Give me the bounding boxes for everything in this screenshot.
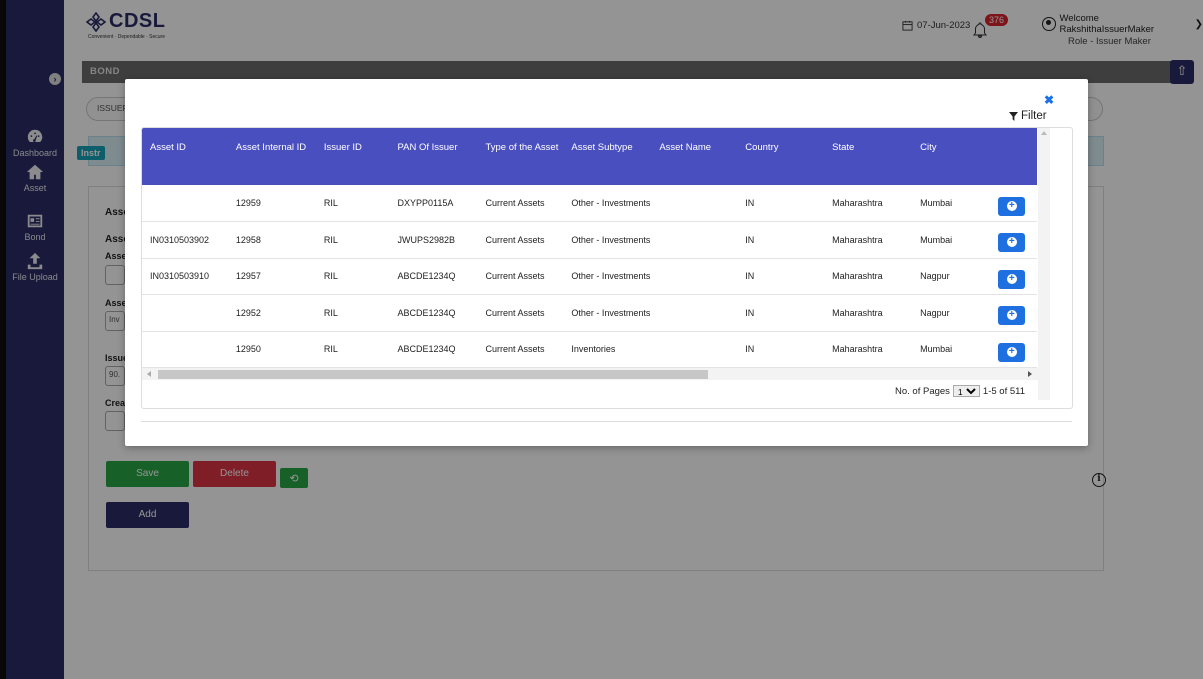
scroll-right-icon[interactable] xyxy=(1028,371,1032,377)
cell-action xyxy=(990,185,1037,222)
cell-country: IN xyxy=(745,234,755,245)
filter-label: Filter xyxy=(1021,110,1047,122)
column-header[interactable]: Asset Name xyxy=(651,128,737,185)
scroll-left-icon[interactable] xyxy=(147,371,151,377)
cell-internal-id: 12952 xyxy=(235,307,261,318)
table-row[interactable]: 12950 RIL ABCDE1234Q Current Assets Inve… xyxy=(142,331,1037,368)
pagination: No. of Pages 1 1-5 of 511 xyxy=(895,385,1025,397)
cell-issuer-id: RIL xyxy=(323,344,338,355)
cell-state: Maharashtra xyxy=(832,198,883,208)
cell-state: Maharashtra xyxy=(832,271,883,282)
cell-asset-id: IN0310503902 xyxy=(150,234,210,245)
column-header[interactable]: State xyxy=(824,128,912,185)
cell-internal-id: 12959 xyxy=(235,198,261,208)
cell-issuer-id: RIL xyxy=(323,234,338,245)
cell-issuer-id: RIL xyxy=(323,271,338,282)
cell-asset-name xyxy=(651,185,737,222)
table-row[interactable]: IN0310503902 12958 RIL JWUPS2982B Curren… xyxy=(142,222,1037,259)
cell-asset-type: Current Assets xyxy=(485,198,545,208)
cell-pan: JWUPS2982B xyxy=(397,234,456,245)
cell-asset-id xyxy=(142,295,228,332)
cell-issuer-id: RIL xyxy=(323,307,338,318)
filter-button[interactable]: Filter xyxy=(1009,110,1047,122)
filter-icon xyxy=(1009,111,1018,121)
cell-state: Maharashtra xyxy=(832,234,883,245)
cell-internal-id: 12950 xyxy=(235,344,261,355)
cell-asset-id xyxy=(142,185,228,222)
cell-asset-subtype: Other - Investments xyxy=(571,307,651,318)
page-select[interactable]: 1 xyxy=(952,385,980,397)
pages-label: No. of Pages xyxy=(895,385,950,397)
cell-asset-subtype: Inventories xyxy=(571,344,616,355)
cell-action xyxy=(990,222,1037,259)
cell-asset-subtype: Other - Investments xyxy=(571,271,651,282)
column-header[interactable]: Issuer ID xyxy=(316,128,390,185)
cell-asset-type: Current Assets xyxy=(485,344,545,355)
cell-city: Nagpur xyxy=(920,271,950,282)
cell-internal-id: 12957 xyxy=(235,271,261,282)
add-row-button[interactable] xyxy=(997,269,1025,289)
column-header[interactable]: Asset Subtype xyxy=(563,128,651,185)
cell-asset-name xyxy=(651,258,737,295)
cell-country: IN xyxy=(745,271,755,282)
cell-pan: ABCDE1234Q xyxy=(397,307,456,318)
column-header[interactable]: PAN Of Issuer xyxy=(390,128,478,185)
column-header[interactable]: Country xyxy=(737,128,824,185)
cell-asset-name xyxy=(651,331,737,368)
add-row-button[interactable] xyxy=(997,196,1025,216)
add-row-button[interactable] xyxy=(997,342,1025,362)
asset-table: Asset ID Asset Internal ID Issuer ID PAN… xyxy=(141,127,1073,409)
cell-state: Maharashtra xyxy=(832,307,883,318)
cell-pan: DXYPP0115A xyxy=(397,198,454,208)
page-range: 1-5 of 511 xyxy=(982,385,1025,397)
vertical-scrollbar[interactable] xyxy=(1038,128,1050,400)
cell-city: Mumbai xyxy=(920,198,953,208)
cell-asset-subtype: Other - Investments xyxy=(571,198,651,208)
table-header-row: Asset ID Asset Internal ID Issuer ID PAN… xyxy=(142,128,1037,185)
add-row-button[interactable] xyxy=(997,233,1025,253)
cell-action xyxy=(990,295,1037,332)
column-header[interactable]: Asset Internal ID xyxy=(228,128,316,185)
cell-asset-id: IN0310503910 xyxy=(150,271,210,282)
cell-asset-id xyxy=(142,331,228,368)
cell-asset-name xyxy=(651,222,737,259)
cell-issuer-id: RIL xyxy=(323,198,338,208)
asset-search-modal: ✖ Filter Asset ID Asset Internal ID Issu… xyxy=(125,79,1088,446)
cell-city: Nagpur xyxy=(920,307,950,318)
column-header xyxy=(990,128,1037,185)
modal-divider xyxy=(141,421,1072,422)
cell-asset-name xyxy=(651,295,737,332)
cell-internal-id: 12958 xyxy=(235,234,261,245)
cell-pan: ABCDE1234Q xyxy=(397,344,456,355)
cell-country: IN xyxy=(745,198,755,208)
cell-asset-type: Current Assets xyxy=(485,271,545,282)
cell-asset-type: Current Assets xyxy=(485,307,545,318)
cell-asset-subtype: Other - Investments xyxy=(571,234,651,245)
add-row-button[interactable] xyxy=(997,306,1025,326)
cell-country: IN xyxy=(745,307,755,318)
cell-asset-type: Current Assets xyxy=(485,234,545,245)
cell-pan: ABCDE1234Q xyxy=(397,271,456,282)
cell-city: Mumbai xyxy=(920,344,953,355)
cell-action xyxy=(990,331,1037,368)
horizontal-scrollbar[interactable] xyxy=(142,368,1038,380)
table-row[interactable]: 12952 RIL ABCDE1234Q Current Assets Othe… xyxy=(142,295,1037,332)
close-icon[interactable]: ✖ xyxy=(1044,93,1054,107)
cell-country: IN xyxy=(745,344,755,355)
column-header[interactable]: Type of the Asset xyxy=(477,128,563,185)
table-row[interactable]: 12959 RIL DXYPP0115A Current Assets Othe… xyxy=(142,185,1037,222)
table-row[interactable]: IN0310503910 12957 RIL ABCDE1234Q Curren… xyxy=(142,258,1037,295)
cell-state: Maharashtra xyxy=(832,344,883,355)
cell-city: Mumbai xyxy=(920,234,953,245)
scroll-up-icon[interactable] xyxy=(1041,131,1047,135)
scrollbar-thumb[interactable] xyxy=(158,370,708,379)
cell-action xyxy=(990,258,1037,295)
column-header[interactable]: Asset ID xyxy=(142,128,228,185)
column-header[interactable]: City xyxy=(912,128,990,185)
